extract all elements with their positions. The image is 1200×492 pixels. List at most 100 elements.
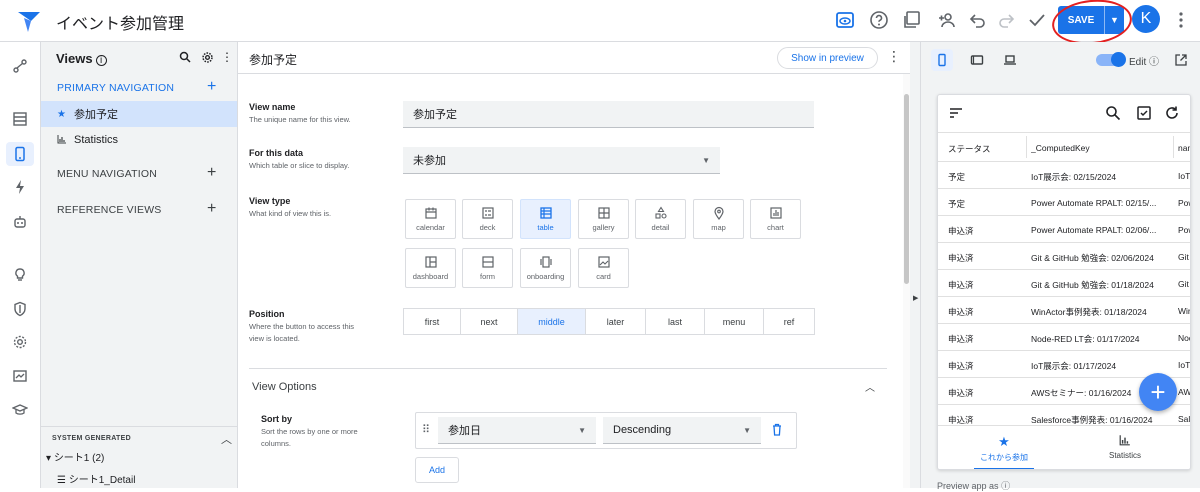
bottom-nav-korekara-sanka[interactable]: ★ これから参加 xyxy=(954,434,1054,469)
view-type-card[interactable]: card xyxy=(578,248,629,288)
scrollbar-thumb[interactable] xyxy=(904,94,909,284)
preview-eye-icon[interactable] xyxy=(834,9,856,31)
undo-icon[interactable] xyxy=(967,9,989,31)
search-icon[interactable] xyxy=(179,51,191,66)
view-type-onboarding[interactable]: onboarding xyxy=(520,248,571,288)
table-row[interactable]: 申込済 Git & GitHub 勉強会: 02/06/2024 Git xyxy=(938,243,1190,270)
view-type-calendar[interactable]: calendar xyxy=(405,199,456,239)
intelligence-bulb-icon[interactable] xyxy=(10,265,30,285)
search-icon[interactable] xyxy=(1105,105,1123,123)
sidebar-more-icon[interactable]: ⋮ xyxy=(221,50,233,64)
view-type-label-text: dashboard xyxy=(412,272,449,281)
sidebar-item-statistics[interactable]: Statistics xyxy=(41,127,237,153)
tablet-device-icon[interactable] xyxy=(966,49,988,71)
cell-key: WinActor事例発表: 01/18/2024 xyxy=(1031,307,1147,317)
position-last[interactable]: last xyxy=(645,308,705,335)
docs-icon[interactable] xyxy=(901,9,923,31)
redo-icon[interactable] xyxy=(995,9,1017,31)
view-type-table[interactable]: table xyxy=(520,199,571,239)
add-reference-view-icon[interactable]: + xyxy=(207,200,216,218)
bottom-nav-statistics[interactable]: Statistics xyxy=(1075,434,1175,460)
table-row[interactable]: 申込済 Git & GitHub 勉強会: 01/18/2024 Git xyxy=(938,270,1190,297)
add-menu-view-icon[interactable]: + xyxy=(207,164,216,182)
column-header[interactable]: nam xyxy=(1178,143,1190,153)
tree-item-sheet1-detail[interactable]: ☰ シート1_Detail xyxy=(57,471,135,486)
automation-flow-icon[interactable] xyxy=(10,56,30,76)
cell-status: 予定 xyxy=(948,199,966,209)
position-later[interactable]: later xyxy=(585,308,646,335)
table-row[interactable]: 申込済 Node-RED LT会: 01/17/2024 Nod xyxy=(938,324,1190,351)
info-icon[interactable]: ⓘ xyxy=(1149,57,1159,68)
preview-collapse-handle[interactable]: ▶ xyxy=(910,42,921,488)
select-checkbox-icon[interactable] xyxy=(1136,105,1154,123)
sort-column-select[interactable]: 参加日 ▼ xyxy=(438,417,596,444)
column-header[interactable]: _ComputedKey xyxy=(1031,143,1171,153)
cell-name: Git xyxy=(1178,252,1189,262)
view-name-input[interactable]: 参加予定 xyxy=(403,101,814,128)
views-phone-icon[interactable] xyxy=(6,142,34,166)
tree-item-sheet1[interactable]: ▾ シート1 (2) xyxy=(46,449,104,464)
table-row[interactable]: 予定 Power Automate RPALT: 02/15/... Pow xyxy=(938,189,1190,216)
tree-sheet-label: シート1 (2) xyxy=(53,453,105,464)
tree-detail-label: シート1_Detail xyxy=(68,475,136,486)
bot-icon[interactable] xyxy=(10,212,30,232)
monitor-chart-icon[interactable] xyxy=(10,366,30,386)
show-in-preview-button[interactable]: Show in preview xyxy=(777,47,878,69)
share-person-add-icon[interactable] xyxy=(936,9,958,31)
view-type-map[interactable]: map xyxy=(693,199,744,239)
column-separator xyxy=(1026,136,1027,158)
add-sort-button[interactable]: Add xyxy=(415,457,459,483)
settings-gear-icon[interactable] xyxy=(10,332,30,352)
column-header[interactable]: ステータス xyxy=(948,143,1026,155)
editor-more-icon[interactable]: ⋮ xyxy=(887,48,901,65)
view-type-gallery[interactable]: gallery xyxy=(578,199,629,239)
drag-handle-icon[interactable]: ⠿ xyxy=(422,423,430,436)
help-icon[interactable] xyxy=(868,9,890,31)
gear-icon[interactable] xyxy=(201,51,214,67)
more-vert-icon[interactable] xyxy=(1170,9,1192,31)
view-type-dashboard[interactable]: dashboard xyxy=(405,248,456,288)
sort-filter-icon[interactable] xyxy=(948,105,966,123)
sidebar-item-sanka-yotei[interactable]: ★ 参加予定 xyxy=(41,101,237,127)
chevron-up-icon[interactable]: ︿ xyxy=(221,431,232,447)
position-ref[interactable]: ref xyxy=(763,308,815,335)
check-icon[interactable] xyxy=(1026,9,1048,31)
view-type-form[interactable]: form xyxy=(462,248,513,288)
position-first[interactable]: first xyxy=(403,308,461,335)
cell-name: Nod xyxy=(1178,333,1190,343)
position-middle[interactable]: middle xyxy=(517,308,586,335)
view-type-deck[interactable]: deck xyxy=(462,199,513,239)
chevron-down-icon: ▼ xyxy=(743,426,751,435)
delete-trash-icon[interactable] xyxy=(771,423,783,441)
add-primary-view-icon[interactable]: + xyxy=(207,78,216,96)
view-options-header[interactable]: View Options xyxy=(252,381,317,393)
learn-school-icon[interactable] xyxy=(10,400,30,420)
form-icon xyxy=(481,256,494,268)
info-icon[interactable]: ⓘ xyxy=(1001,481,1010,491)
add-fab-button[interactable]: + xyxy=(1139,373,1177,411)
views-heading: Views i xyxy=(56,51,107,66)
view-type-chart[interactable]: chart xyxy=(750,199,801,239)
security-shield-icon[interactable] xyxy=(10,299,30,319)
position-next[interactable]: next xyxy=(460,308,518,335)
table-row[interactable]: 申込済 Power Automate RPALT: 02/06/... Pow xyxy=(938,216,1190,243)
chevron-up-icon[interactable]: ︿ xyxy=(865,379,875,394)
refresh-icon[interactable] xyxy=(1164,105,1182,123)
edit-toggle[interactable] xyxy=(1096,52,1126,67)
cell-key: Git & GitHub 勉強会: 01/18/2024 xyxy=(1031,280,1154,290)
info-icon[interactable]: i xyxy=(95,55,107,66)
cell-key: Power Automate RPALT: 02/06/... xyxy=(1031,225,1157,235)
actions-bolt-icon[interactable] xyxy=(10,177,30,197)
mobile-device-icon[interactable] xyxy=(931,49,953,71)
laptop-device-icon[interactable] xyxy=(999,49,1021,71)
appsheet-logo-icon xyxy=(18,12,40,32)
view-type-detail[interactable]: detail xyxy=(635,199,686,239)
open-external-icon[interactable] xyxy=(1170,49,1192,71)
position-menu[interactable]: menu xyxy=(704,308,764,335)
for-data-select[interactable]: 未参加 ▼ xyxy=(403,147,720,174)
sort-order-select[interactable]: Descending ▼ xyxy=(603,417,761,444)
table-row[interactable]: 予定 IoT展示会: 02/15/2024 IoT xyxy=(938,162,1190,189)
table-row[interactable]: 申込済 WinActor事例発表: 01/18/2024 Win xyxy=(938,297,1190,324)
data-table-icon[interactable] xyxy=(10,109,30,129)
avatar[interactable]: K xyxy=(1132,5,1160,33)
